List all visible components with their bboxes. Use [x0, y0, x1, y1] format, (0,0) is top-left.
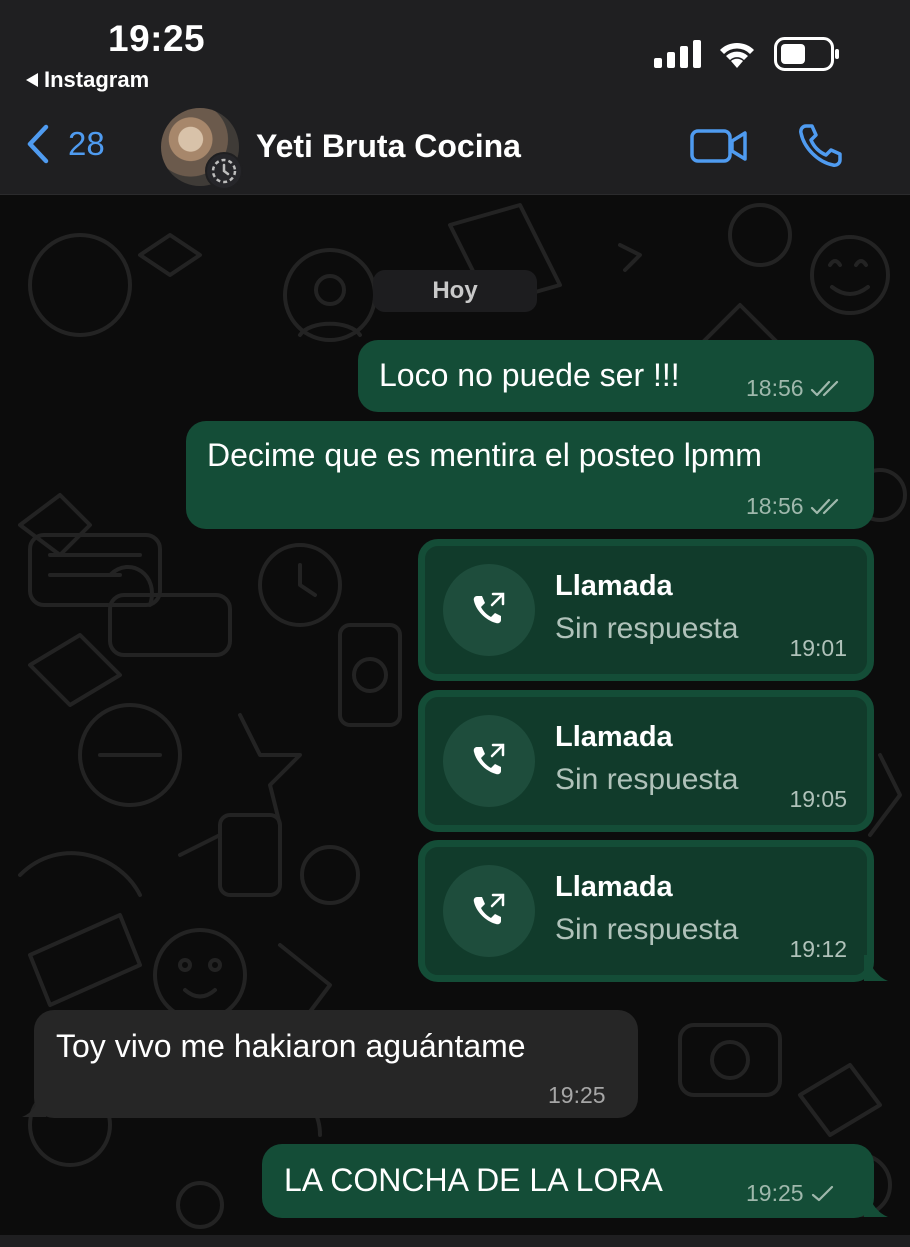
contact-name[interactable]: Yeti Bruta Cocina	[256, 128, 521, 165]
message-bubble-outgoing[interactable]: Decime que es mentira el posteo lpmm 18:…	[186, 421, 874, 529]
chat-area[interactable]: Hoy Loco no puede ser !!! 18:56 Decime q…	[0, 195, 910, 1235]
call-time: 19:01	[789, 635, 847, 661]
call-time: 19:05	[789, 786, 847, 812]
whatsapp-chat-screen: 19:25 Instagram 28 Yeti Bruta Cocina Hoy…	[0, 0, 910, 1247]
call-icon-circle	[443, 715, 535, 807]
missed-call-bubble[interactable]: Llamada Sin respuesta 19:01	[418, 539, 874, 681]
wifi-icon	[720, 42, 754, 68]
video-call-icon[interactable]	[690, 126, 748, 166]
back-to-app-link[interactable]: Instagram	[26, 67, 149, 93]
message-meta: 18:56	[746, 375, 844, 402]
back-button[interactable]: 28	[26, 124, 105, 164]
battery-icon	[774, 37, 839, 71]
missed-call-bubble[interactable]: Llamada Sin respuesta 19:12	[418, 840, 874, 982]
chevron-left-icon	[27, 124, 49, 164]
outgoing-call-icon	[473, 893, 505, 925]
bubble-tail	[864, 1191, 888, 1217]
cellular-signal-icon	[654, 40, 701, 68]
outgoing-call-icon	[473, 592, 505, 624]
double-check-icon	[810, 498, 838, 514]
message-time: 18:56	[746, 375, 804, 401]
back-app-label: Instagram	[44, 67, 150, 92]
contact-avatar[interactable]	[161, 108, 243, 190]
call-icon-circle	[443, 865, 535, 957]
date-separator: Hoy	[373, 270, 537, 312]
message-meta: 19:25	[548, 1082, 606, 1109]
message-meta: 18:56	[746, 493, 844, 520]
message-text: LA CONCHA DE LA LORA	[284, 1162, 663, 1198]
voice-call-icon[interactable]	[796, 122, 844, 170]
bottom-edge	[0, 1235, 910, 1247]
status-time: 19:25	[108, 18, 206, 59]
call-icon-circle	[443, 564, 535, 656]
outgoing-call-icon	[473, 743, 505, 775]
message-time: 19:25	[548, 1082, 606, 1108]
message-bubble-incoming[interactable]: Toy vivo me hakiaron aguántame 19:25	[34, 1010, 638, 1118]
bubble-tail	[864, 955, 888, 981]
call-title: Llamada	[555, 570, 673, 602]
bubble-tail	[22, 1091, 46, 1117]
top-bar: 19:25 Instagram 28 Yeti Bruta Cocina	[0, 0, 910, 195]
message-text: Loco no puede ser !!!	[379, 357, 680, 393]
call-time: 19:12	[789, 936, 847, 962]
message-text: Toy vivo me hakiaron aguántame	[56, 1028, 526, 1064]
unread-count: 28	[68, 125, 105, 162]
message-time: 19:25	[746, 1180, 804, 1206]
message-time: 18:56	[746, 493, 804, 519]
message-meta: 19:25	[746, 1180, 836, 1207]
message-bubble-outgoing[interactable]: Loco no puede ser !!! 18:56	[358, 340, 874, 412]
call-status: Sin respuesta	[555, 913, 739, 946]
double-check-icon	[810, 380, 838, 396]
back-triangle-icon	[26, 73, 38, 87]
call-title: Llamada	[555, 721, 673, 753]
call-status: Sin respuesta	[555, 763, 739, 796]
missed-call-bubble[interactable]: Llamada Sin respuesta 19:05	[418, 690, 874, 832]
message-text: Decime que es mentira el posteo lpmm	[207, 437, 762, 473]
status-timer-icon	[211, 158, 237, 184]
call-title: Llamada	[555, 871, 673, 903]
single-check-icon	[811, 1185, 833, 1201]
call-status: Sin respuesta	[555, 612, 739, 645]
status-ring-badge	[205, 152, 243, 190]
message-bubble-outgoing[interactable]: LA CONCHA DE LA LORA 19:25	[262, 1144, 874, 1218]
